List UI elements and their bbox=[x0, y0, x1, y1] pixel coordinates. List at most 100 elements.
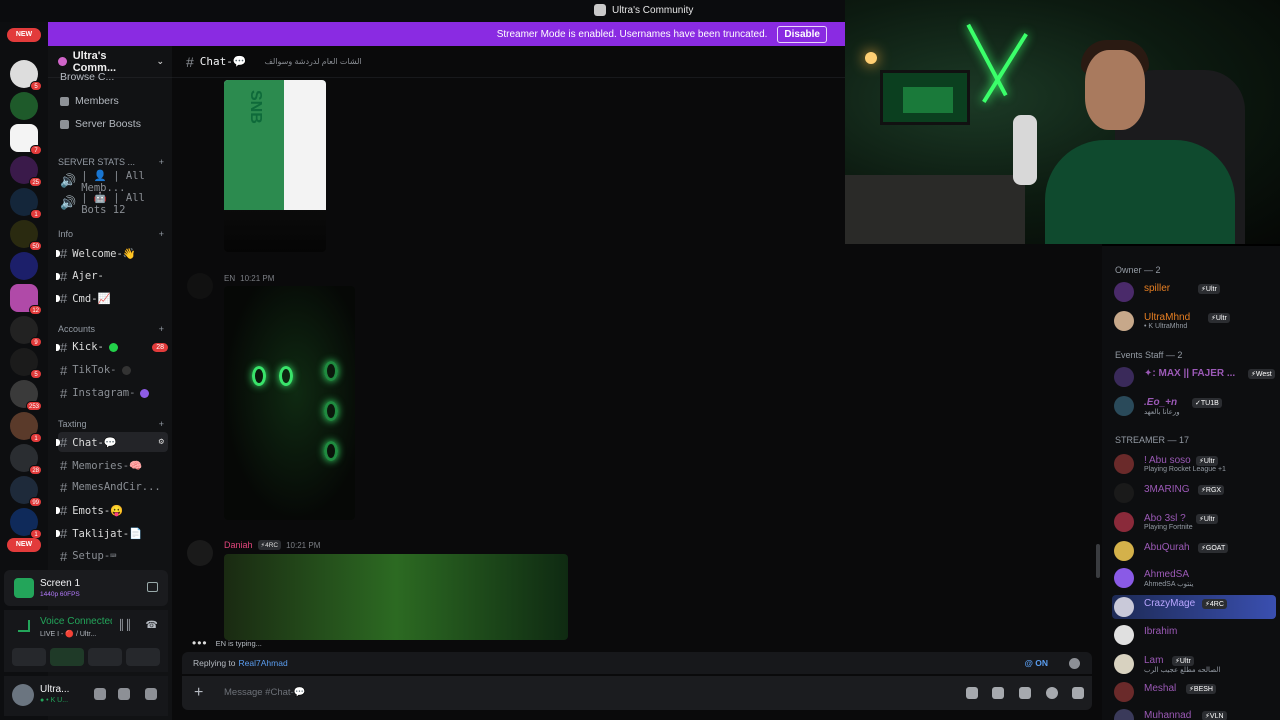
scrollbar[interactable] bbox=[1096, 544, 1100, 578]
apps-icon[interactable] bbox=[1072, 687, 1084, 699]
category-accounts[interactable]: Accounts + bbox=[58, 324, 164, 334]
username[interactable]: Ultra... bbox=[40, 684, 69, 695]
server-icon[interactable]: 28 bbox=[10, 444, 42, 475]
stop-stream-icon[interactable] bbox=[147, 582, 158, 592]
channel-ajer[interactable]: # Ajer- bbox=[56, 266, 168, 286]
message-image[interactable] bbox=[224, 554, 568, 640]
channel-emots[interactable]: # Emots-😛 bbox=[56, 500, 168, 520]
gift-icon[interactable] bbox=[966, 687, 978, 699]
category-texting[interactable]: Taxting + bbox=[58, 419, 164, 429]
member-row[interactable]: Muhannad ⚡VLN bbox=[1112, 707, 1276, 720]
server-icon bbox=[58, 57, 67, 66]
flag-on-tv bbox=[903, 87, 953, 113]
member-row[interactable]: AbuQurah ⚡GOAT bbox=[1112, 539, 1276, 563]
banner-text: Streamer Mode is enabled. Usernames have… bbox=[496, 28, 768, 40]
channel-chat[interactable]: # Chat-💬 ⚙ bbox=[56, 432, 168, 452]
message-composer[interactable]: + Message #Chat-💬 bbox=[182, 676, 1092, 710]
screen-share-button[interactable] bbox=[50, 648, 84, 666]
member-row[interactable]: CrazyMage ⚡4RC bbox=[1112, 595, 1276, 619]
noise-suppression-icon[interactable]: ║║ bbox=[118, 620, 132, 631]
mention-badge: 50 bbox=[29, 241, 42, 251]
message-image[interactable]: SNB bbox=[224, 80, 326, 252]
headphones-icon[interactable] bbox=[118, 688, 130, 700]
cancel-reply-icon[interactable] bbox=[1069, 657, 1080, 669]
voice-channel-detail[interactable]: LIVE I - 🔴 / Ultr... bbox=[40, 630, 96, 638]
message-image[interactable] bbox=[224, 286, 355, 520]
disconnect-icon[interactable]: ☎ bbox=[146, 620, 158, 631]
members-item[interactable]: Members bbox=[60, 93, 119, 109]
avatar[interactable] bbox=[12, 684, 34, 706]
avatar[interactable] bbox=[187, 273, 213, 299]
browse-channels-item[interactable]: Browse C... bbox=[60, 72, 114, 82]
server-icon[interactable]: 12 bbox=[10, 284, 42, 315]
gif-icon[interactable] bbox=[992, 687, 1004, 699]
message-author[interactable]: Daniah bbox=[224, 540, 253, 550]
category-info[interactable]: Info + bbox=[58, 229, 164, 239]
settings-gear-icon[interactable]: ⚙ bbox=[159, 437, 164, 447]
server-icon[interactable] bbox=[10, 92, 38, 120]
member-row[interactable]: ✦: MAX || FAJER ... ⚡West bbox=[1112, 365, 1276, 389]
server-icon[interactable]: 5 bbox=[10, 60, 42, 91]
channel-memes[interactable]: # MemesAndCir... bbox=[58, 477, 168, 497]
member-row[interactable]: spiller ⚡Ultr bbox=[1112, 280, 1276, 304]
add-channel-icon[interactable]: + bbox=[159, 229, 164, 239]
message-timestamp: 10:21 PM bbox=[286, 540, 321, 550]
member-row[interactable]: Ibrahim bbox=[1112, 623, 1276, 647]
member-row[interactable]: UltraMhnd ⚡Ultr • K UltraMhnd bbox=[1112, 309, 1276, 333]
soundboard-button[interactable] bbox=[126, 648, 160, 666]
voice-channel-all-members[interactable]: 🔊 | 👤 | All Memb... bbox=[58, 170, 168, 194]
add-channel-icon[interactable]: + bbox=[159, 324, 164, 334]
member-name: ✦: MAX || FAJER ... bbox=[1144, 368, 1236, 379]
server-icon[interactable] bbox=[10, 252, 38, 280]
sticker-icon[interactable] bbox=[1019, 687, 1031, 699]
channel-instagram[interactable]: # Instagram- bbox=[58, 383, 168, 403]
camera-off-button[interactable] bbox=[12, 648, 46, 666]
voice-channel-all-bots[interactable]: 🔊 | 🤖 | All Bots 12 bbox=[58, 192, 168, 216]
hash-icon: # bbox=[60, 548, 68, 564]
member-row[interactable]: ! Abu soso ⚡Ultr Playing Rocket League +1 bbox=[1112, 452, 1276, 476]
member-row[interactable]: .Eo_+n ✓TU1B ورعانا بالعهد bbox=[1112, 394, 1276, 418]
add-channel-icon[interactable]: + bbox=[159, 157, 164, 167]
member-row[interactable]: Meshal ⚡BESH bbox=[1112, 680, 1276, 704]
message-input[interactable]: Message #Chat-💬 bbox=[224, 687, 306, 698]
screen-share-panel[interactable]: Screen 1 1440p 60FPS bbox=[4, 570, 168, 606]
emoji-icon[interactable] bbox=[1046, 687, 1058, 699]
attach-plus-icon[interactable]: + bbox=[194, 684, 203, 702]
hash-icon: # bbox=[60, 385, 68, 401]
server-icon[interactable]: 9 bbox=[10, 316, 42, 347]
channel-cmd[interactable]: # Cmd-📈 bbox=[56, 288, 168, 308]
server-icon[interactable]: 25 bbox=[10, 156, 42, 187]
activity-button[interactable] bbox=[88, 648, 122, 666]
pc-fan-light bbox=[279, 366, 293, 386]
disable-streamer-mode-button[interactable]: Disable bbox=[777, 25, 827, 43]
category-server-stats[interactable]: SERVER STATS ... + bbox=[58, 157, 164, 167]
channel-topic[interactable]: الشات العام لدردشة وسوالف bbox=[265, 57, 362, 66]
add-channel-icon[interactable]: + bbox=[159, 419, 164, 429]
channel-welcome[interactable]: # Welcome-👋 bbox=[56, 243, 168, 263]
message-author[interactable]: EN bbox=[224, 274, 235, 283]
channel-memories[interactable]: # Memories-🧠 bbox=[58, 455, 168, 475]
server-icon[interactable]: 50 bbox=[10, 220, 42, 251]
channel-setup[interactable]: # Setup-⌨ bbox=[58, 546, 168, 566]
server-icon[interactable]: 7 bbox=[10, 124, 42, 155]
channel-taklijat[interactable]: # Taklijat-📄 bbox=[56, 523, 168, 543]
member-row[interactable]: Lam ⚡Ultr الصالحه مطلع عجيب الرب bbox=[1112, 652, 1276, 676]
server-boosts-item[interactable]: Server Boosts bbox=[60, 116, 141, 132]
user-settings-gear-icon[interactable] bbox=[145, 688, 157, 700]
avatar[interactable] bbox=[187, 540, 213, 566]
server-icon[interactable]: 5 bbox=[10, 348, 42, 379]
server-icon[interactable]: 253 bbox=[10, 380, 42, 411]
server-icon[interactable]: 1 bbox=[10, 412, 42, 443]
member-row[interactable]: Abo 3sl ? ⚡Ultr Playing Fortnite bbox=[1112, 510, 1276, 534]
server-icon[interactable]: 99 bbox=[10, 476, 42, 507]
member-row[interactable]: AhmedSA AhmedSA ينتوب bbox=[1112, 566, 1276, 590]
channel-tiktok[interactable]: # TikTok- bbox=[58, 360, 168, 380]
server-icon[interactable]: 1 bbox=[10, 188, 42, 219]
member-row[interactable]: 3MARING ⚡RGX bbox=[1112, 481, 1276, 505]
mention-toggle[interactable]: @ ON bbox=[1025, 658, 1048, 668]
microphone-icon[interactable] bbox=[94, 688, 106, 700]
pc-fan-light bbox=[324, 441, 338, 461]
mention-badge: 5 bbox=[30, 369, 42, 379]
channel-kick[interactable]: # Kick- 28 bbox=[56, 337, 168, 357]
server-icon[interactable]: 1 bbox=[10, 508, 42, 539]
